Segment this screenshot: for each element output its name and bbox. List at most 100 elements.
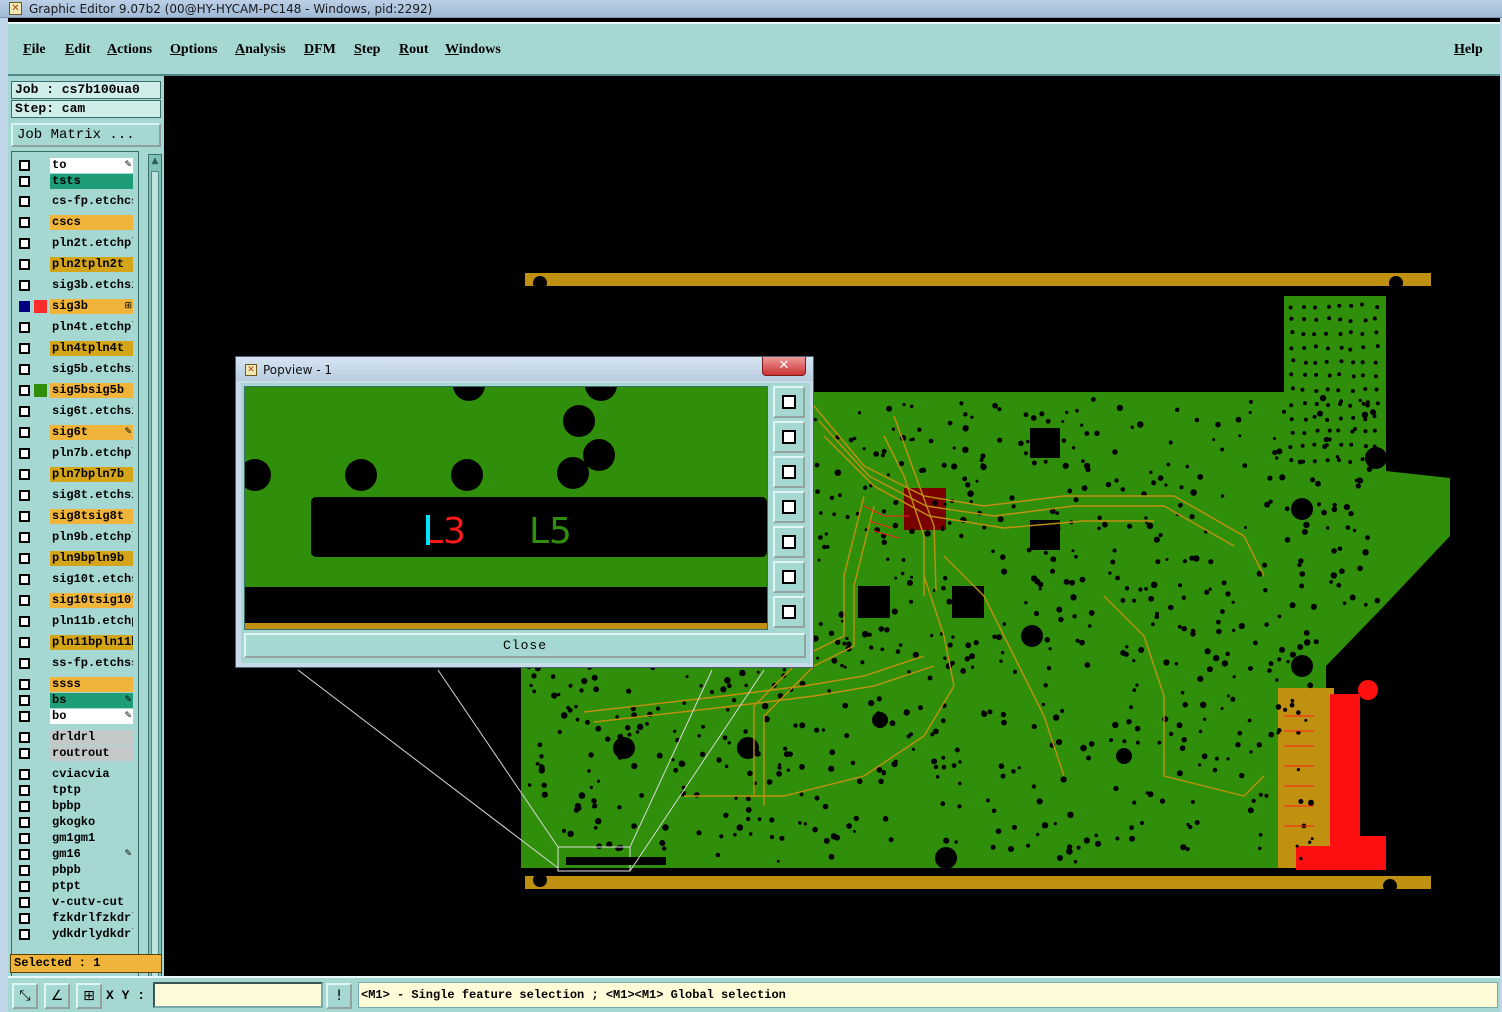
layer-affected-indicator[interactable]	[34, 300, 47, 313]
layer-row[interactable]: to ✎	[12, 158, 139, 173]
layer-row[interactable]: sig5bsig5b	[12, 383, 139, 398]
snap-mode-button[interactable]: ⤡	[12, 983, 38, 1009]
layer-affected-indicator[interactable]	[34, 321, 47, 334]
layer-affected-indicator[interactable]	[34, 816, 47, 829]
alert-button[interactable]: !	[326, 983, 352, 1009]
layer-affected-indicator[interactable]	[34, 615, 47, 628]
layer-row[interactable]: pln7b.etchpln7b.etch	[12, 446, 139, 461]
layer-affected-indicator[interactable]	[34, 832, 47, 845]
layer-name[interactable]: pln7bpln7b	[50, 467, 133, 482]
layer-name[interactable]: gm16 ✎	[50, 847, 133, 862]
layer-row[interactable]: sig3b ⊞	[12, 299, 139, 314]
layer-name[interactable]: cscs	[50, 215, 133, 230]
layer-list-scrollbar[interactable]: ▲ ▼	[148, 154, 162, 1012]
layer-row[interactable]: sig3b.etchsig3b.etch	[12, 278, 139, 293]
layer-row[interactable]: ydkdrlydkdrl	[12, 927, 139, 942]
layer-checkbox[interactable]	[19, 427, 30, 438]
layer-affected-indicator[interactable]	[34, 747, 47, 760]
layer-affected-indicator[interactable]	[34, 573, 47, 586]
layer-name[interactable]: sig5bsig5b	[50, 383, 133, 398]
layer-affected-indicator[interactable]	[34, 468, 47, 481]
menu-dfm[interactable]: DFM	[304, 41, 336, 59]
layer-checkbox[interactable]	[19, 897, 30, 908]
layer-affected-indicator[interactable]	[34, 928, 47, 941]
layer-name[interactable]: pln2t.etchpln2t.etch	[50, 236, 133, 251]
layer-affected-indicator[interactable]	[34, 447, 47, 460]
layer-checkbox[interactable]	[19, 637, 30, 648]
layer-name[interactable]: sig3b ⊞	[50, 299, 133, 314]
layer-affected-indicator[interactable]	[34, 880, 47, 893]
popview-title-bar[interactable]: ✕ Popview - 1 ✕	[236, 357, 813, 381]
layer-row[interactable]: pln11bpln11b	[12, 635, 139, 650]
layer-checkbox[interactable]	[19, 769, 30, 780]
layer-name[interactable]: fzkdrlfzkdrl	[50, 911, 133, 926]
layer-checkbox[interactable]	[19, 711, 30, 722]
layer-checkbox[interactable]	[19, 406, 30, 417]
layer-row[interactable]: drldrl	[12, 730, 139, 745]
layer-affected-indicator[interactable]	[34, 694, 47, 707]
layer-affected-indicator[interactable]	[34, 731, 47, 744]
layer-affected-indicator[interactable]	[34, 510, 47, 523]
layer-name[interactable]: routrout	[50, 746, 133, 761]
layer-affected-indicator[interactable]	[34, 848, 47, 861]
layer-name[interactable]: cs-fp.etchcs-fp.etch	[50, 194, 133, 209]
menu-help[interactable]: Help	[1454, 41, 1483, 59]
layer-affected-indicator[interactable]	[34, 237, 47, 250]
menu-rout[interactable]: Rout	[399, 41, 429, 59]
layer-name[interactable]: pln11b.etchpln11b.etch	[50, 614, 133, 629]
layer-checkbox[interactable]	[19, 364, 30, 375]
layer-checkbox[interactable]	[19, 679, 30, 690]
layer-row[interactable]: gm16 ✎	[12, 847, 139, 862]
layer-name[interactable]: ssss	[50, 677, 133, 692]
popview-open-window-button[interactable]	[773, 386, 805, 418]
layer-name[interactable]: sig6t.etchsig6t.etch	[50, 404, 133, 419]
layer-affected-indicator[interactable]	[34, 896, 47, 909]
layer-row[interactable]: bpbp	[12, 799, 139, 814]
layer-name[interactable]: pln4tpln4t	[50, 341, 133, 356]
layer-checkbox[interactable]	[19, 881, 30, 892]
layer-row[interactable]: routrout	[12, 746, 139, 761]
layer-checkbox[interactable]	[19, 658, 30, 669]
layer-row[interactable]: sig10t.etchsig10t.etch	[12, 572, 139, 587]
xy-coordinate-input[interactable]	[153, 982, 323, 1008]
grid-button[interactable]: ⊞	[76, 983, 102, 1009]
menu-windows[interactable]: Windows	[445, 41, 501, 59]
layer-affected-indicator[interactable]	[34, 159, 47, 172]
layer-row[interactable]: tptp	[12, 783, 139, 798]
close-icon[interactable]: ✕	[762, 357, 806, 376]
layer-row[interactable]: ssss	[12, 677, 139, 692]
layer-affected-indicator[interactable]	[34, 636, 47, 649]
layer-row[interactable]: pln9bpln9b	[12, 551, 139, 566]
layer-row[interactable]: pln11b.etchpln11b.etch	[12, 614, 139, 629]
layer-affected-indicator[interactable]	[34, 594, 47, 607]
measure-mode-button[interactable]: ∠	[44, 983, 70, 1009]
layer-row[interactable]: sig6t ✎	[12, 425, 139, 440]
layer-checkbox[interactable]	[19, 385, 30, 396]
layer-name[interactable]: v-cutv-cut	[50, 895, 133, 910]
layer-affected-indicator[interactable]	[34, 710, 47, 723]
layer-name[interactable]: sig10tsig10t	[50, 593, 133, 608]
scroll-up-arrow-icon[interactable]: ▲	[149, 155, 161, 167]
layer-checkbox[interactable]	[19, 469, 30, 480]
menu-analysis[interactable]: Analysis	[235, 41, 286, 59]
layer-affected-indicator[interactable]	[34, 426, 47, 439]
layer-affected-indicator[interactable]	[34, 768, 47, 781]
layer-row[interactable]: pbpb	[12, 863, 139, 878]
layer-row[interactable]: sig8t.etchsig8t.etch	[12, 488, 139, 503]
layer-row[interactable]: sig8tsig8t	[12, 509, 139, 524]
layer-row[interactable]: bs ✎	[12, 693, 139, 708]
layer-name[interactable]: sig10t.etchsig10t.etch	[50, 572, 133, 587]
layer-affected-indicator[interactable]	[34, 489, 47, 502]
layer-checkbox[interactable]	[19, 616, 30, 627]
popview-zoom-in-button[interactable]	[773, 561, 805, 593]
layer-checkbox[interactable]	[19, 343, 30, 354]
layer-name[interactable]: bo ✎	[50, 709, 133, 724]
layer-name[interactable]: to ✎	[50, 158, 133, 173]
layer-row[interactable]: gm1gm1	[12, 831, 139, 846]
popview-zoom-out-button[interactable]	[773, 596, 805, 628]
layer-row[interactable]: pln2t.etchpln2t.etch	[12, 236, 139, 251]
layer-affected-indicator[interactable]	[34, 405, 47, 418]
popview-close-button[interactable]: Close	[244, 633, 806, 658]
layer-checkbox[interactable]	[19, 553, 30, 564]
layer-row[interactable]: sig10tsig10t	[12, 593, 139, 608]
